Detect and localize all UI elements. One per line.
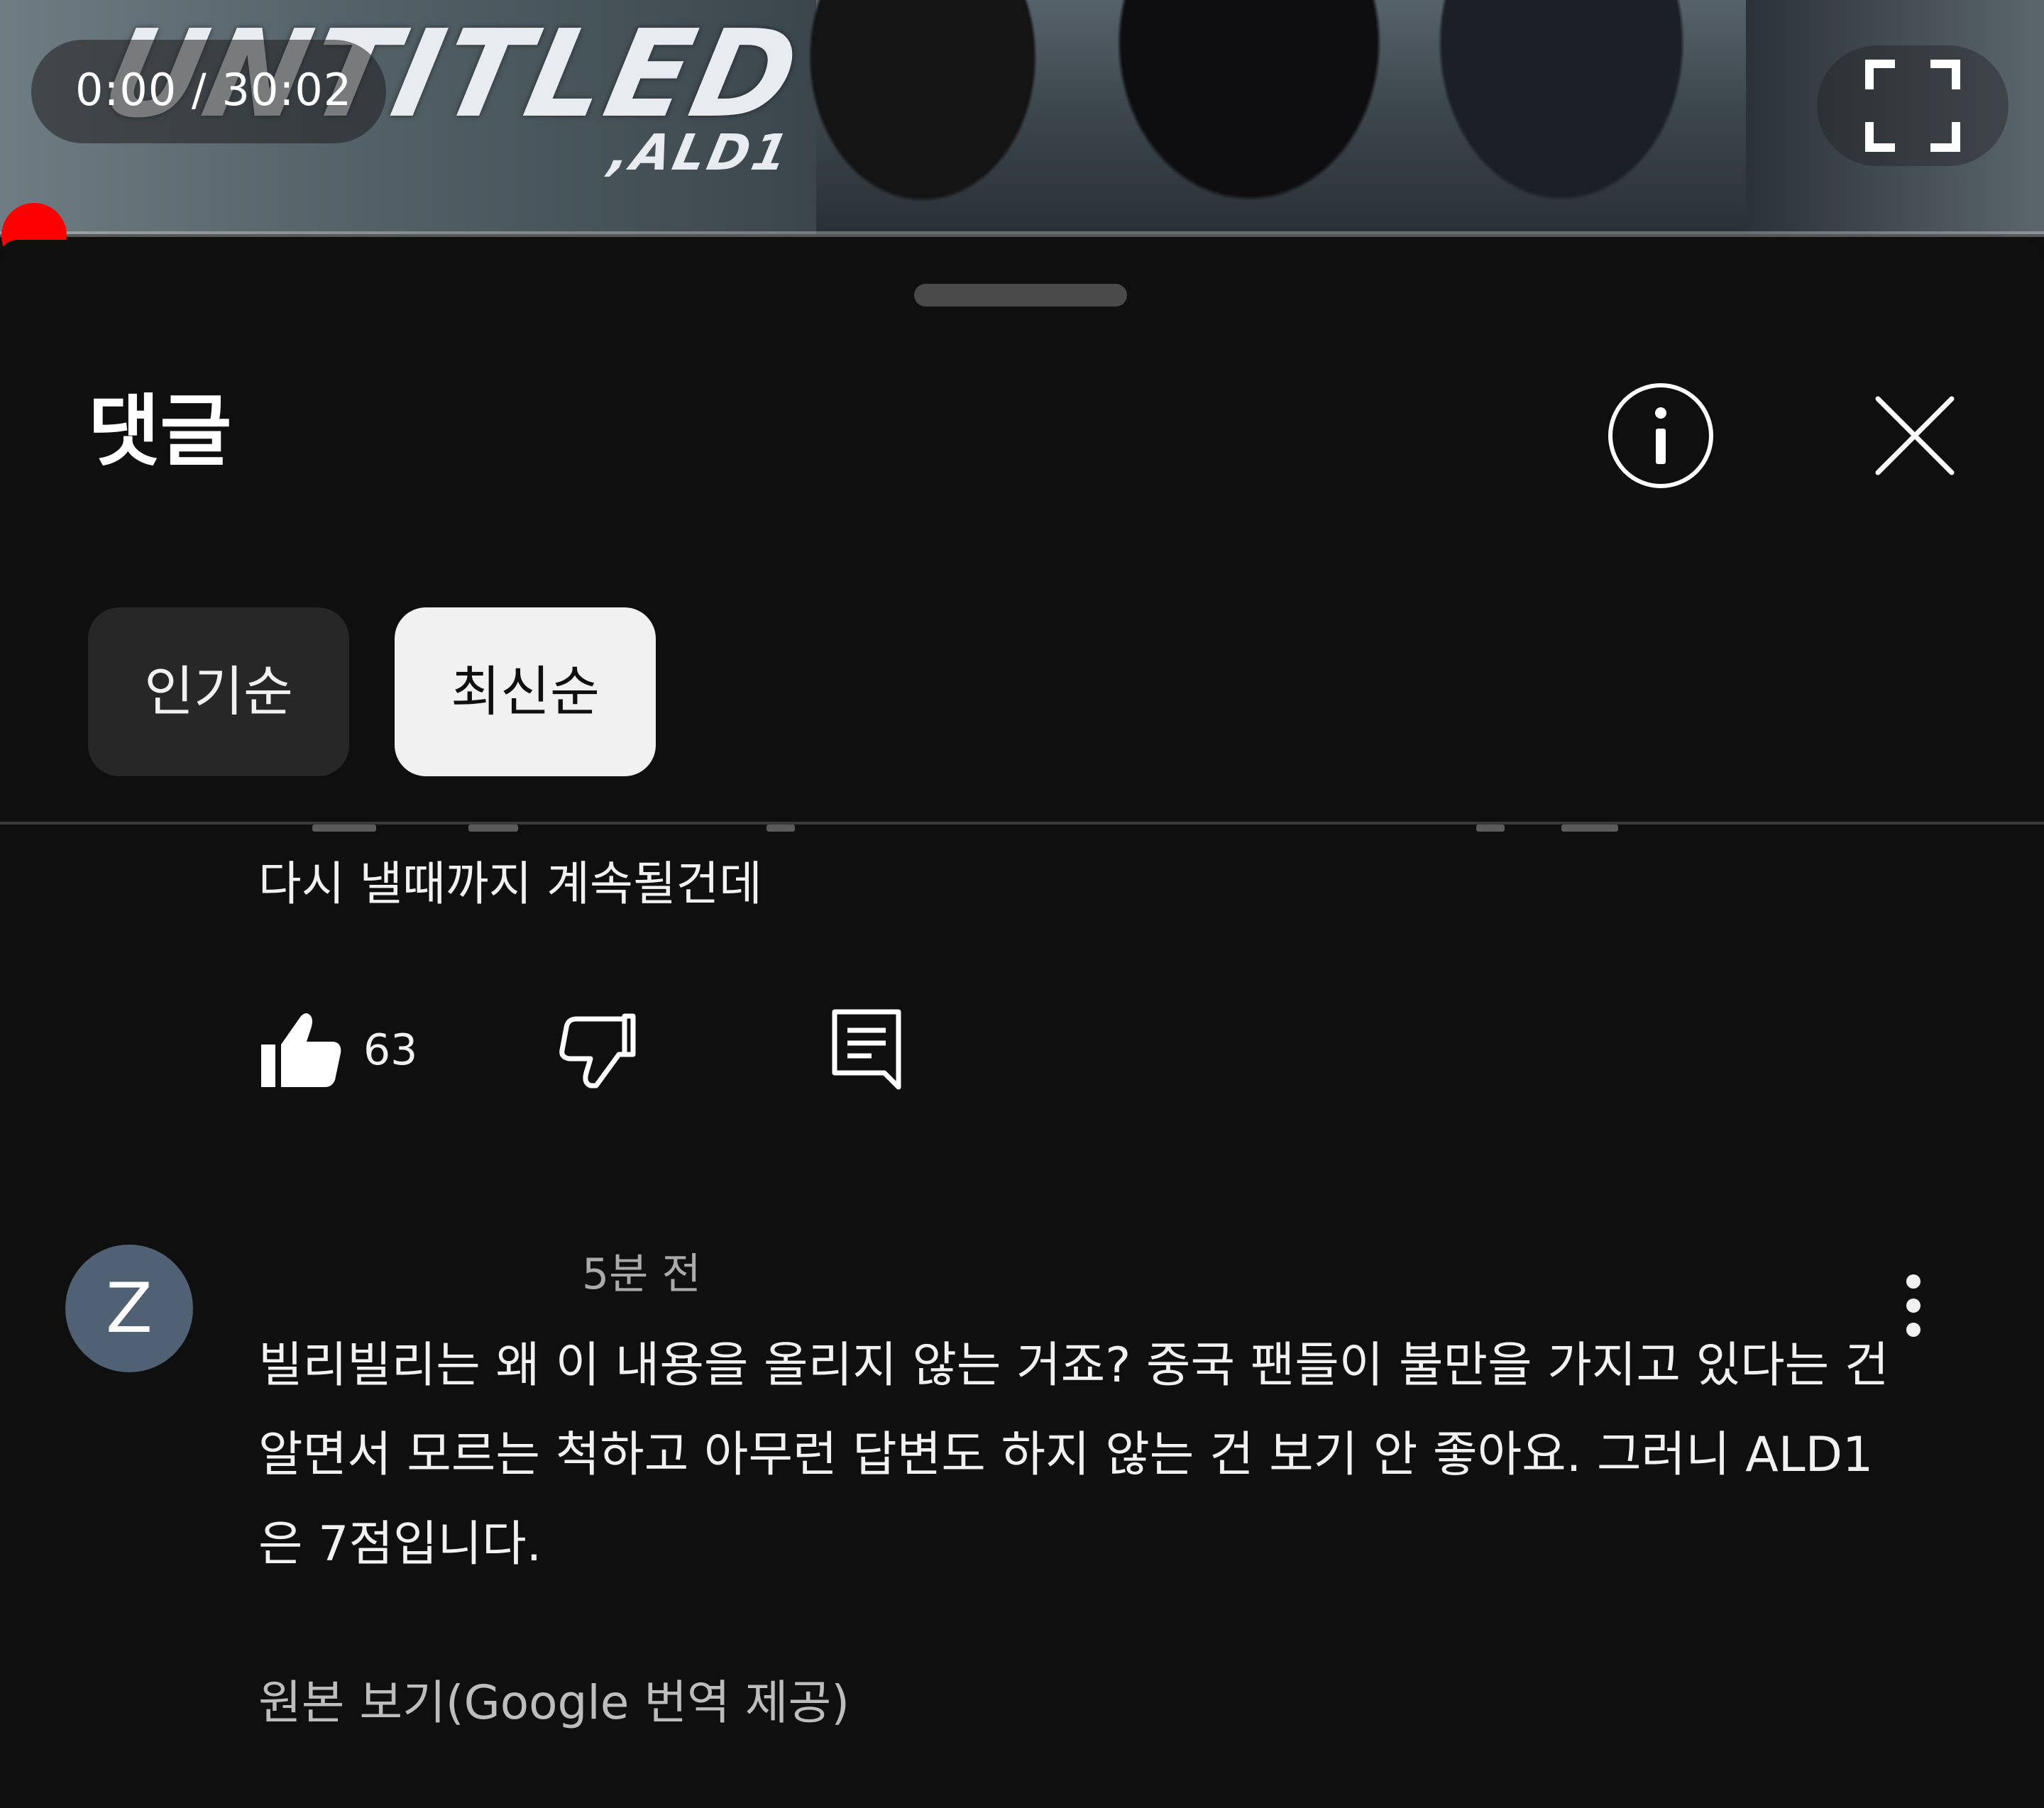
comment-timestamp: 5분 전: [582, 1250, 701, 1299]
drag-handle[interactable]: [914, 284, 1127, 307]
video-player[interactable]: UNTITLED ,ALD1 0:00 / 30:02: [0, 0, 2044, 234]
sheet-title: 댓글: [88, 386, 232, 477]
reply-icon: [832, 1009, 901, 1090]
fullscreen-button[interactable]: [1817, 45, 2009, 166]
time-display: 0:00 / 30:02: [75, 64, 353, 116]
fullscreen-icon: [1865, 60, 1960, 152]
thumbs-down-icon: [559, 1013, 636, 1088]
see-original-link[interactable]: 원본 보기(Google 번역 제공): [258, 1668, 850, 1738]
header-divider: [0, 822, 2044, 825]
video-frame-figures: [710, 0, 1845, 234]
clipped-text-fragment: [468, 825, 518, 832]
author-name-redacted: [258, 1260, 571, 1294]
thumbs-up-icon: [261, 1013, 341, 1087]
clipped-text-fragment: [766, 825, 795, 832]
clipped-text-fragment: [312, 825, 376, 832]
comment-text: 다시 낼때까지 계속될건데: [258, 856, 762, 911]
close-icon: [1875, 396, 1955, 475]
comment-text: 빌리빌리는 왜 이 내용을 올리지 않는 거죠? 중국 팬들이 불만을 가지고 …: [258, 1338, 1889, 1572]
like-count: 63: [363, 1025, 418, 1075]
like-button[interactable]: [260, 1010, 344, 1088]
sort-chip-newest[interactable]: 최신순: [395, 607, 656, 776]
close-button[interactable]: [1874, 395, 1956, 477]
reply-button[interactable]: [830, 1008, 904, 1091]
dislike-button[interactable]: [559, 1012, 637, 1090]
progress-bar[interactable]: [0, 231, 2044, 237]
more-vert-icon: [1906, 1274, 1921, 1289]
clipped-text-fragment: [1476, 825, 1505, 832]
avatar[interactable]: Z: [65, 1245, 193, 1372]
clipped-text-fragment: [1561, 825, 1618, 832]
info-button[interactable]: [1608, 383, 1713, 488]
sort-chip-popular[interactable]: 인기순: [88, 607, 349, 776]
